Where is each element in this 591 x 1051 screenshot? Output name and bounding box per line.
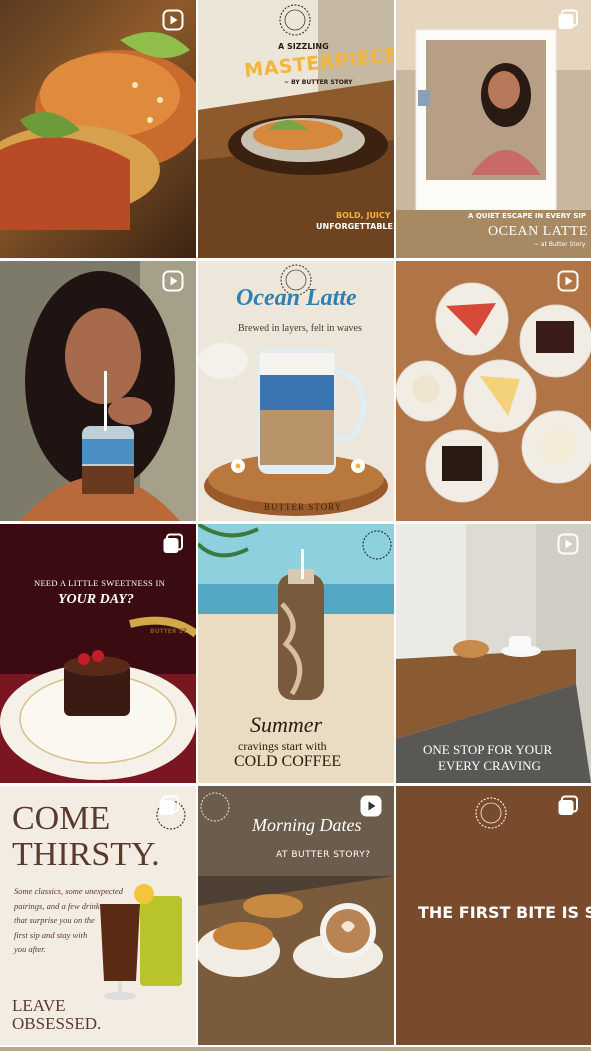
next-row-peek <box>0 1047 591 1051</box>
post-body-line: pairings, and a few drinks <box>14 900 104 911</box>
post-footer-2: OBSESSED. <box>12 1014 102 1033</box>
post-tagline-1: BOLD, JUICY <box>336 211 391 220</box>
post-script: Summer <box>250 712 323 737</box>
reel-icon <box>557 533 579 555</box>
post-line-2: EVERY CRAVING <box>438 758 541 773</box>
post-tagline-2: UNFORGETTABLE. <box>316 222 394 231</box>
post-tile-burger[interactable] <box>0 0 196 258</box>
post-line-2: COLD COFFEE <box>234 753 342 770</box>
post-kicker: A SIZZLING <box>278 42 329 51</box>
post-headline: Ocean Latte <box>236 285 357 311</box>
post-tile-ocean-latte[interactable]: Ocean Latte Brewed in layers, felt in wa… <box>198 261 394 521</box>
brand-logo <box>278 3 312 37</box>
post-line-1: ONE STOP FOR YOUR <box>423 742 553 757</box>
carousel-icon <box>162 533 184 555</box>
burger-image <box>0 32 196 230</box>
post-tile-quiet-escape[interactable]: A QUIET ESCAPE IN EVERY SIP OCEAN LATTE … <box>396 0 591 258</box>
post-tile-sweetness[interactable]: NEED A LITTLE SWEETNESS IN YOUR DAY? BUT… <box>0 524 196 783</box>
post-byline: ~ at Butter Story <box>534 241 586 248</box>
profile-post-grid: A SIZZLING MASTERPIECE ~ BY BUTTER STORY… <box>0 0 591 1051</box>
post-caption: A QUIET ESCAPE IN EVERY SIP <box>468 212 586 220</box>
cake-image <box>0 524 196 783</box>
post-headline-1: COME <box>12 800 111 837</box>
woman-drink-image <box>0 261 196 521</box>
post-headline: THE FIRST BITE IS SO <box>418 903 591 922</box>
post-body-line: first sip and stay with <box>14 929 88 940</box>
post-line-1: cravings start with <box>238 739 327 753</box>
ribbon-text: BUTTER ST <box>150 628 187 635</box>
post-tile-desserts[interactable] <box>396 261 591 521</box>
post-body-line: Some classics, some unexpected <box>14 886 124 896</box>
carousel-icon <box>557 795 579 817</box>
post-footer-1: LEAVE <box>12 996 66 1015</box>
post-script: Morning Dates <box>252 815 362 835</box>
post-body: Some classics, some unexpected pairings,… <box>14 884 123 957</box>
post-tile-first-bite[interactable]: THE FIRST BITE IS SO <box>396 786 591 1045</box>
reel-icon <box>162 270 184 292</box>
post-tile-cold-coffee[interactable]: Summer cravings start with COLD COFFEE <box>198 524 394 783</box>
post-headline-2: THIRSTY. <box>12 836 160 873</box>
board-label: BUTTER STORY <box>264 502 343 512</box>
brand-logo <box>360 528 394 562</box>
post-tile-come-thirsty[interactable]: COME THIRSTY. Some classics, some unexpe… <box>0 786 196 1045</box>
post-byline: ~ BY BUTTER STORY <box>284 79 353 86</box>
post-body-line: you after. <box>14 944 46 954</box>
post-tile-woman-drinking[interactable] <box>0 261 196 521</box>
brand-logo <box>198 790 232 824</box>
post-line-2: AT BUTTER STORY? <box>276 850 371 860</box>
post-tile-morning-dates[interactable]: Morning Dates AT BUTTER STORY? <box>198 786 394 1045</box>
post-subhead: Brewed in layers, felt in waves <box>238 323 362 334</box>
dessert-plates-image <box>396 261 591 521</box>
post-tile-one-stop[interactable]: ONE STOP FOR YOUR EVERY CRAVING <box>396 524 591 783</box>
carousel-icon <box>158 795 180 817</box>
reel-icon <box>557 270 579 292</box>
post-headline: OCEAN LATTE <box>488 224 588 239</box>
post-tile-sizzling-masterpiece[interactable]: A SIZZLING MASTERPIECE ~ BY BUTTER STORY… <box>198 0 394 258</box>
post-line-2: YOUR DAY? <box>58 592 134 607</box>
post-line-1: NEED A LITTLE SWEETNESS IN <box>34 578 166 588</box>
carousel-icon <box>557 9 579 31</box>
reel-icon <box>360 795 382 817</box>
post-body-line: that surprise you on the <box>14 915 95 925</box>
brand-logo <box>474 796 508 830</box>
reel-icon <box>162 9 184 31</box>
